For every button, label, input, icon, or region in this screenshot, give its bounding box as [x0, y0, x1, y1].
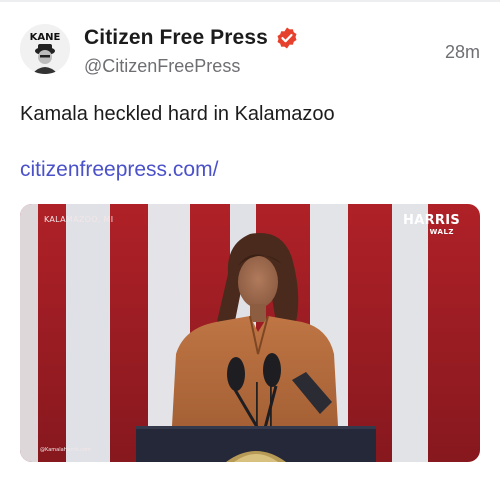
harris-walz-logo: HARRIS [403, 213, 460, 228]
author-handle[interactable]: @CitizenFreePress [84, 56, 299, 77]
video-thumbnail[interactable]: KALAMAZOO, MI HARRIS WALZ @KamalaHarris.… [20, 204, 480, 462]
avatar[interactable]: KANE [20, 24, 70, 74]
post-timestamp: 28m [444, 42, 480, 62]
video-credit: @KamalaHarris.com [40, 447, 91, 453]
avatar-image: KANE [20, 24, 70, 74]
video-frame-image [20, 204, 480, 462]
post-link[interactable]: citizenfreepress.com/ [20, 158, 218, 182]
author-name[interactable]: Citizen Free Press [84, 26, 268, 50]
verified-badge-icon [277, 27, 297, 49]
avatar-text: KANE [30, 32, 61, 43]
video-location-label: KALAMAZOO, MI [44, 215, 114, 224]
author-block: Citizen Free Press @CitizenFreePress [84, 24, 299, 77]
top-divider [0, 0, 500, 2]
post-text: Kamala heckled hard in Kalamazoo [20, 103, 335, 125]
harris-walz-logo-subtitle: WALZ [429, 228, 454, 236]
